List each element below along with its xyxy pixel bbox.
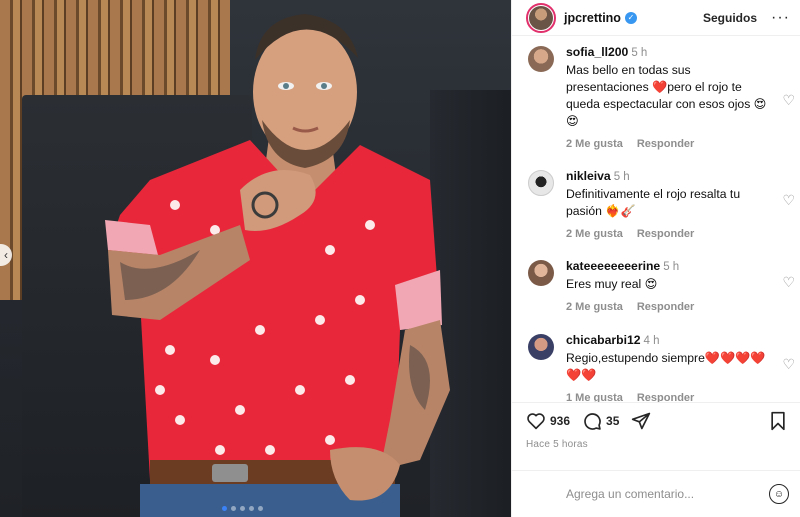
- person-illustration: [105, 14, 450, 517]
- add-comment-bar: ☺: [512, 470, 800, 517]
- comment-heart-icon[interactable]: ♡: [782, 274, 795, 291]
- commenter-username[interactable]: kateeeeeeeerine: [566, 259, 660, 273]
- commenter-avatar[interactable]: [528, 46, 554, 72]
- commenter-username[interactable]: nikleiva: [566, 169, 611, 183]
- comments-list: sofia_ll200 5 h Mas bello en todas sus pr…: [512, 40, 800, 402]
- comment-item: sofia_ll200 5 h Mas bello en todas sus pr…: [512, 44, 800, 154]
- comment-heart-icon[interactable]: ♡: [782, 192, 795, 209]
- comment-text: Eres muy real 😍: [566, 277, 658, 291]
- comment-text: Mas bello en todas sus presentaciones ❤️…: [566, 63, 767, 128]
- bookmark-icon[interactable]: [769, 411, 787, 431]
- commenter-avatar[interactable]: [528, 260, 554, 286]
- verified-badge-icon: ✓: [624, 11, 637, 24]
- comment-time: 5 h: [663, 261, 680, 273]
- comment-item: chicabarbi12 4 h Regio,estupendo siempre❤…: [512, 332, 800, 402]
- comment-text: Definitivamente el rojo resalta tu pasió…: [566, 187, 741, 218]
- author-username-text[interactable]: jpcrettino: [564, 11, 621, 25]
- commenter-avatar[interactable]: [528, 170, 554, 196]
- comment-meta: 2 Me gusta Responder: [566, 226, 776, 243]
- comments-count[interactable]: 35: [606, 414, 619, 428]
- commenter-username[interactable]: sofia_ll200: [566, 45, 628, 59]
- likes-count[interactable]: 936: [550, 414, 570, 428]
- comment-meta: 2 Me gusta Responder: [566, 299, 776, 316]
- commenter-avatar[interactable]: [528, 334, 554, 360]
- comment-meta: 1 Me gusta Responder: [566, 390, 776, 402]
- comment-body: sofia_ll200 5 h Mas bello en todas sus pr…: [566, 44, 776, 153]
- reply-button[interactable]: Responder: [637, 390, 694, 402]
- comment-body: chicabarbi12 4 h Regio,estupendo siempre❤…: [566, 332, 776, 402]
- comment-text: Regio,estupendo siempre❤️❤️❤️❤️❤️❤️: [566, 351, 766, 382]
- comment-likes[interactable]: 2 Me gusta: [566, 299, 623, 316]
- reply-button[interactable]: Responder: [637, 226, 694, 243]
- comment-heart-icon[interactable]: ♡: [782, 92, 795, 109]
- commenter-username[interactable]: chicabarbi12: [566, 333, 641, 347]
- comment-likes[interactable]: 2 Me gusta: [566, 226, 623, 243]
- comment-meta: 2 Me gusta Responder: [566, 136, 776, 153]
- carousel-dots: [222, 506, 263, 511]
- comment-icon[interactable]: [582, 411, 602, 431]
- following-button[interactable]: Seguidos: [703, 11, 757, 25]
- comment-time: 4 h: [643, 335, 660, 347]
- post-header: jpcrettino ✓ Seguidos ···: [512, 0, 800, 36]
- reply-button[interactable]: Responder: [637, 299, 694, 316]
- reply-button[interactable]: Responder: [637, 136, 694, 153]
- emoji-icon[interactable]: ☺: [769, 484, 789, 504]
- post-timestamp: Hace 5 horas: [526, 439, 588, 450]
- heart-icon[interactable]: [526, 412, 546, 430]
- comment-time: 5 h: [613, 171, 630, 183]
- send-icon[interactable]: [631, 411, 651, 431]
- author-username[interactable]: jpcrettino ✓: [564, 11, 637, 25]
- comment-body: kateeeeeeeerine 5 h Eres muy real 😍 2 Me …: [566, 258, 776, 316]
- comment-heart-icon[interactable]: ♡: [782, 356, 795, 373]
- comment-likes[interactable]: 2 Me gusta: [566, 136, 623, 153]
- author-avatar[interactable]: [526, 2, 556, 33]
- post-sidebar: jpcrettino ✓ Seguidos ··· sofia_ll200 5 h…: [511, 0, 800, 517]
- comment-input[interactable]: [566, 487, 769, 501]
- comment-item: nikleiva 5 h Definitivamente el rojo resa…: [512, 168, 800, 248]
- comment-body: nikleiva 5 h Definitivamente el rojo resa…: [566, 168, 776, 243]
- more-options-icon[interactable]: ···: [771, 9, 790, 27]
- comment-item: kateeeeeeeerine 5 h Eres muy real 😍 2 Me …: [512, 258, 800, 318]
- comment-time: 5 h: [631, 47, 648, 59]
- comment-likes[interactable]: 1 Me gusta: [566, 390, 623, 402]
- post-photo[interactable]: ‹: [0, 0, 511, 517]
- post-actions: 936 35 Hace 5 horas: [512, 402, 800, 462]
